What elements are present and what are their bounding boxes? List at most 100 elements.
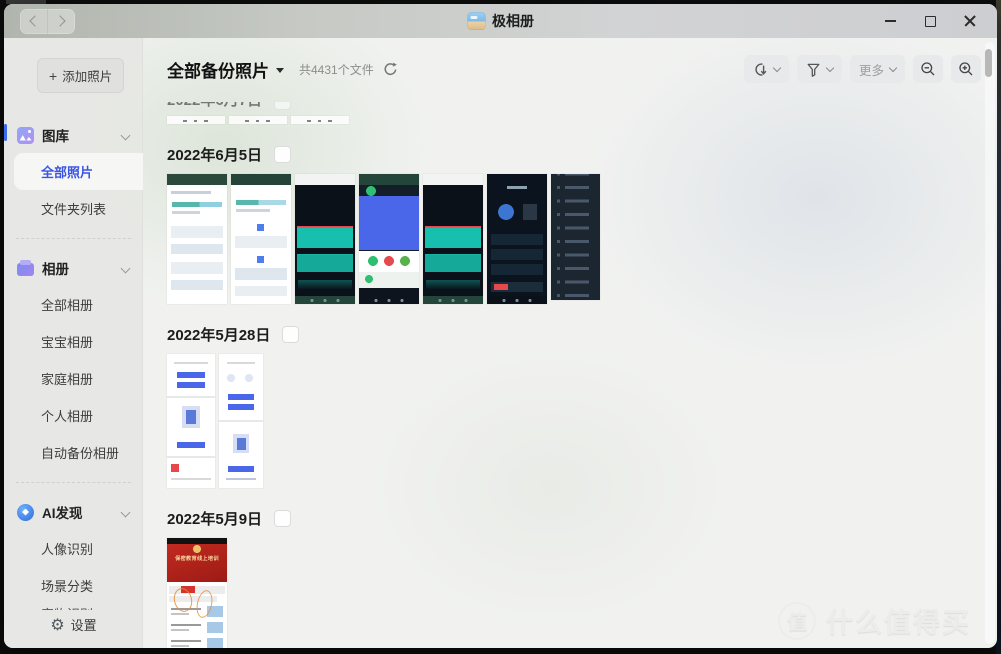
- zoom-in-icon: [958, 61, 974, 77]
- photo-album-app-icon: [467, 12, 485, 30]
- photo-thumbnail[interactable]: [219, 354, 263, 488]
- photo-bottom-sliver: [291, 116, 349, 124]
- more-label: 更多: [859, 60, 884, 79]
- sidebar-section-header-gallery[interactable]: 图库: [4, 117, 143, 153]
- forward-button[interactable]: [47, 9, 75, 34]
- sidebar-item[interactable]: 全部照片: [14, 153, 143, 190]
- photo-thumbnail[interactable]: 保密教育线上培训: [167, 538, 227, 648]
- photo-group: 2022年6月7日: [167, 102, 997, 124]
- sort-button[interactable]: [744, 55, 789, 83]
- sidebar-item[interactable]: 自动备份相册: [4, 434, 143, 471]
- photo-thumbnail[interactable]: [167, 354, 215, 488]
- photo-row: 保密教育线上培训: [167, 538, 997, 648]
- photo-thumbnail[interactable]: [487, 174, 547, 304]
- photo-thumbnail[interactable]: [423, 174, 483, 304]
- chevron-down-icon: [889, 64, 897, 72]
- thumbnail-banner-text: 保密教育线上培训: [167, 554, 227, 562]
- close-button[interactable]: [963, 14, 977, 28]
- album-icon: [17, 263, 34, 276]
- sidebar-sections: 图库全部照片文件夹列表相册全部相册宝宝相册家庭相册个人相册自动备份相册 AI发现人…: [4, 117, 143, 610]
- chevron-down-icon: [121, 130, 131, 140]
- group-header: 2022年6月7日: [167, 102, 997, 112]
- view-title-dropdown[interactable]: 全部备份照片: [167, 57, 284, 82]
- gear-icon: [50, 615, 64, 634]
- minimize-button[interactable]: [883, 14, 897, 28]
- sidebar: + 添加照片 图库全部照片文件夹列表相册全部相册宝宝相册家庭相册个人相册自动备份…: [4, 38, 143, 648]
- group-date-label: 2022年5月28日: [167, 324, 270, 345]
- photo-thumbnail[interactable]: [295, 174, 355, 304]
- gallery-icon: [17, 127, 34, 144]
- photo-group: 2022年5月28日: [167, 324, 997, 488]
- photo-bottom-sliver: [167, 116, 225, 124]
- sidebar-section-label: 相册: [42, 258, 69, 278]
- sidebar-item[interactable]: 场景分类: [4, 567, 143, 604]
- group-date-label: 2022年5月9日: [167, 508, 262, 529]
- group-header: 2022年5月28日: [167, 324, 997, 345]
- sidebar-item[interactable]: 文件夹列表: [4, 190, 143, 227]
- sidebar-section-ai: AI发现人像识别场景分类宠物识别: [4, 494, 143, 610]
- divider: [16, 238, 131, 239]
- settings-label: 设置: [71, 615, 97, 634]
- sidebar-section-gallery: 图库全部照片文件夹列表: [4, 117, 143, 227]
- more-button[interactable]: 更多: [850, 55, 905, 83]
- group-header: 2022年5月9日: [167, 508, 997, 529]
- photo-grid-scroll-area[interactable]: 2022年6月7日 2022年6月5日 2022年5月28日 2022年5月9日保密教…: [143, 100, 997, 648]
- chevron-down-icon: [826, 64, 834, 72]
- zoom-out-icon: [920, 61, 936, 77]
- group-select-checkbox[interactable]: [274, 146, 291, 163]
- chevron-left-icon: [29, 15, 40, 26]
- sidebar-item[interactable]: 家庭相册: [4, 360, 143, 397]
- app-window: 极相册 + 添加照片 图库全部照片文件夹列表相册全部相册宝宝相册家庭相册个人相册…: [4, 4, 997, 648]
- window-title: 极相册: [492, 11, 534, 31]
- main-panel: 全部备份照片 共4431个文件: [143, 38, 997, 648]
- content-header: 全部备份照片 共4431个文件: [143, 38, 997, 95]
- filter-button[interactable]: [797, 55, 842, 83]
- group-select-checkbox[interactable]: [274, 510, 291, 527]
- sidebar-item[interactable]: 宠物识别: [4, 604, 143, 610]
- sidebar-item[interactable]: 人像识别: [4, 530, 143, 567]
- window-controls: [883, 4, 997, 38]
- zoom-in-button[interactable]: [951, 55, 981, 83]
- sidebar-item[interactable]: 全部相册: [4, 286, 143, 323]
- sidebar-item[interactable]: 宝宝相册: [4, 323, 143, 360]
- maximize-button[interactable]: [923, 14, 937, 28]
- sidebar-section-header-album[interactable]: 相册: [4, 250, 143, 286]
- maximize-icon: [925, 16, 936, 27]
- refresh-button[interactable]: [383, 62, 398, 77]
- page-title: 全部备份照片: [167, 57, 269, 82]
- photo-bottom-sliver: [229, 116, 287, 124]
- chevron-right-icon: [54, 15, 65, 26]
- titlebar: 极相册: [4, 4, 997, 38]
- scrollbar-thumb[interactable]: [985, 49, 992, 77]
- filter-funnel-icon: [806, 62, 821, 77]
- group-select-checkbox[interactable]: [282, 326, 299, 343]
- group-select-checkbox[interactable]: [274, 102, 291, 110]
- group-header: 2022年6月5日: [167, 144, 997, 165]
- photo-row: [167, 174, 997, 304]
- ai-icon: [17, 504, 34, 521]
- sidebar-section-header-ai[interactable]: AI发现: [4, 494, 143, 530]
- sidebar-item[interactable]: 个人相册: [4, 397, 143, 434]
- group-date-label: 2022年6月5日: [167, 144, 262, 165]
- refresh-icon: [383, 62, 398, 77]
- photo-row: [167, 354, 997, 488]
- chevron-down-icon: [773, 64, 781, 72]
- photo-thumbnail[interactable]: [551, 174, 600, 300]
- scrollbar-track[interactable]: [985, 42, 995, 644]
- photo-thumbnail[interactable]: [359, 174, 419, 304]
- close-icon: [964, 15, 976, 27]
- chevron-down-icon: [276, 68, 284, 73]
- photo-thumbnail[interactable]: [231, 174, 291, 304]
- plus-icon: +: [49, 71, 57, 81]
- photo-thumbnail[interactable]: [167, 174, 227, 304]
- add-photos-label: 添加照片: [62, 66, 112, 85]
- sidebar-section-label: 图库: [42, 125, 69, 145]
- history-nav: [20, 9, 75, 34]
- add-photos-button[interactable]: + 添加照片: [37, 58, 124, 93]
- toolbar: 更多: [744, 55, 981, 83]
- back-button[interactable]: [20, 9, 47, 34]
- zoom-out-button[interactable]: [913, 55, 943, 83]
- chevron-down-icon: [121, 263, 131, 273]
- settings-button[interactable]: 设置: [4, 615, 143, 634]
- group-date-label: 2022年6月7日: [167, 102, 262, 110]
